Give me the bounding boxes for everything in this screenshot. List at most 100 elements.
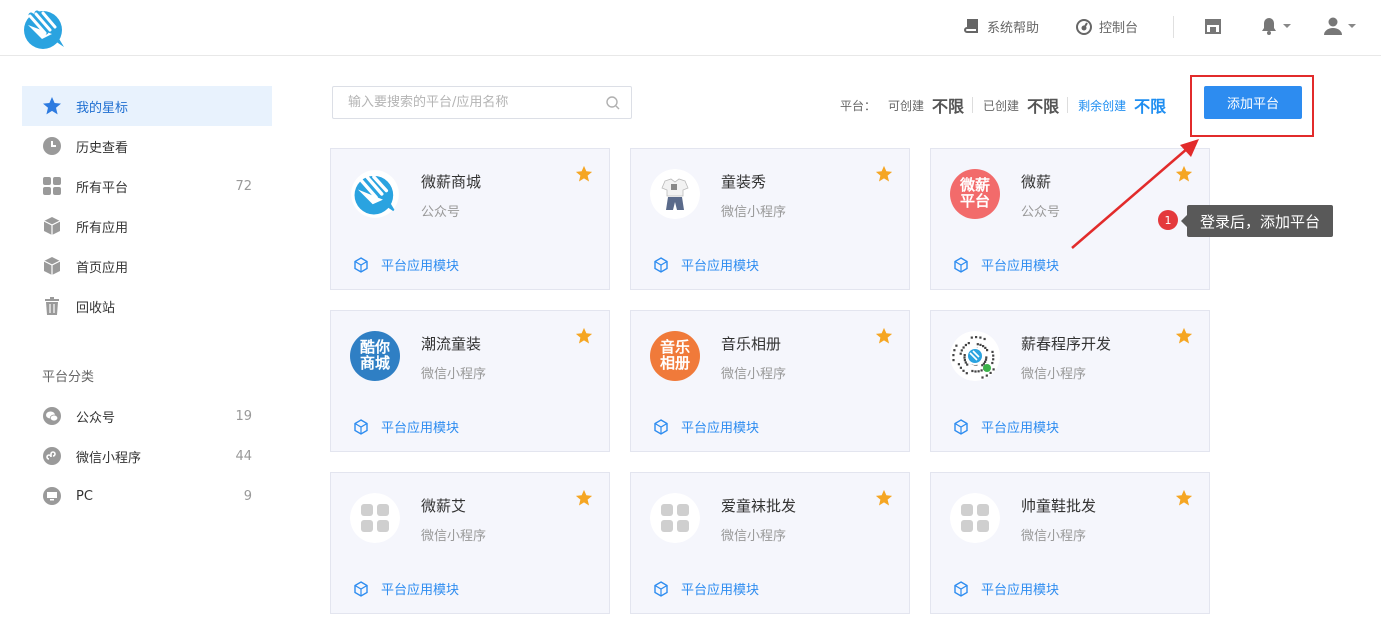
sidebar-item-official-account[interactable]: 公众号 19 xyxy=(22,396,272,436)
platform-module-link[interactable]: 平台应用模块 xyxy=(653,417,759,436)
search-box xyxy=(332,86,632,119)
platform-name: 薪春程序开发 xyxy=(1021,335,1112,353)
sidebar-item-home-apps[interactable]: 首页应用 xyxy=(22,246,272,286)
add-platform-button[interactable]: 添加平台 xyxy=(1204,86,1302,119)
star-icon[interactable] xyxy=(1175,489,1193,511)
platform-name: 童装秀 xyxy=(721,173,767,191)
platform-module-link[interactable]: 平台应用模块 xyxy=(353,255,459,274)
cube-icon xyxy=(953,256,981,273)
platform-card[interactable]: 薪春程序开发 微信小程序 平台应用模块 xyxy=(930,310,1210,452)
stats-divider xyxy=(1067,97,1069,113)
cube-icon xyxy=(953,418,981,435)
platform-card[interactable]: 微薪艾微信小程序平台应用模块 xyxy=(330,472,610,614)
avatar xyxy=(950,493,1000,543)
platform-module-link[interactable]: 平台应用模块 xyxy=(653,579,759,598)
module-label: 平台应用模块 xyxy=(381,583,460,598)
platform-quota-stats: 平台： 可创建 不限 已创建 不限 剩余创建 不限 xyxy=(840,93,1174,117)
search-icon[interactable] xyxy=(605,95,621,111)
platform-type: 微信小程序 xyxy=(421,367,487,382)
sidebar-item-label: 首页应用 xyxy=(76,260,129,276)
platform-module-link[interactable]: 平台应用模块 xyxy=(353,579,459,598)
search-input[interactable] xyxy=(333,87,583,118)
platform-card[interactable]: 童装秀 微信小程序 平台应用模块 xyxy=(630,148,910,290)
sidebar-item-mini-program[interactable]: 微信小程序 44 xyxy=(22,436,272,476)
sidebar-item-label: 公众号 xyxy=(76,410,116,426)
sidebar-item-history[interactable]: 历史查看 xyxy=(22,126,272,166)
sidebar-item-all-apps[interactable]: 所有应用 xyxy=(22,206,272,246)
monitor-icon xyxy=(42,486,62,506)
platform-name: 帅童鞋批发 xyxy=(1021,497,1097,515)
cube-icon xyxy=(953,580,981,597)
avatar xyxy=(650,169,700,219)
user-icon xyxy=(1324,17,1342,35)
dashboard-icon xyxy=(1076,18,1092,35)
app-placeholder-icon xyxy=(650,493,700,543)
system-help-label: 系统帮助 xyxy=(987,21,1040,36)
created-label: 已创建 xyxy=(983,98,1020,113)
avatar xyxy=(650,493,700,543)
star-icon[interactable] xyxy=(875,165,893,187)
cube-icon xyxy=(42,216,62,236)
top-header: 系统帮助 控制台 xyxy=(0,0,1381,56)
star-icon[interactable] xyxy=(575,165,593,187)
star-icon xyxy=(42,96,62,116)
platform-type: 微信小程序 xyxy=(721,367,787,382)
module-label: 平台应用模块 xyxy=(981,259,1060,274)
console-link[interactable]: 控制台 xyxy=(1075,17,1138,36)
book-icon xyxy=(964,18,978,33)
store-button[interactable] xyxy=(1203,16,1223,36)
star-icon[interactable] xyxy=(875,489,893,511)
cube-icon xyxy=(42,256,62,276)
sidebar-item-label: 微信小程序 xyxy=(76,450,142,466)
sidebar-item-pc[interactable]: PC 9 xyxy=(22,476,272,516)
platform-card[interactable]: 爱童袜批发 微信小程序 平台应用模块 xyxy=(630,472,910,614)
system-help-link[interactable]: 系统帮助 xyxy=(963,17,1039,36)
platform-module-link[interactable]: 平台应用模块 xyxy=(353,417,459,436)
platform-type: 微信小程序 xyxy=(421,529,487,544)
star-icon[interactable] xyxy=(1175,327,1193,349)
avatar: 酷你 商城 xyxy=(350,331,400,381)
header-divider xyxy=(1173,16,1174,38)
avatar: 微薪 平台 xyxy=(950,169,1000,219)
notification-button[interactable] xyxy=(1260,16,1291,36)
platform-module-link[interactable]: 平台应用模块 xyxy=(953,579,1059,598)
platform-count: 72 xyxy=(235,178,252,194)
module-label: 平台应用模块 xyxy=(681,259,760,274)
can-create-value: 不限 xyxy=(932,97,965,116)
platform-name: 微薪艾 xyxy=(421,497,467,515)
sidebar-item-recycle-bin[interactable]: 回收站 xyxy=(22,286,272,326)
platform-name: 音乐相册 xyxy=(721,335,782,353)
qrcode-icon xyxy=(950,331,1000,381)
star-icon[interactable] xyxy=(875,327,893,349)
cube-icon xyxy=(653,418,681,435)
app-placeholder-icon xyxy=(950,493,1000,543)
app-placeholder-icon xyxy=(350,493,400,543)
clock-icon xyxy=(42,136,62,156)
sidebar: 我的星标 历史查看 所有平台 72 所有应用 首页应用 回收站 平台分类 公众号… xyxy=(22,86,272,516)
platform-module-link[interactable]: 平台应用模块 xyxy=(953,417,1059,436)
avatar-text: 音乐 相册 xyxy=(650,331,700,381)
platform-card[interactable]: 酷你 商城 潮流童装 微信小程序 平台应用模块 xyxy=(330,310,610,452)
platform-module-link[interactable]: 平台应用模块 xyxy=(653,255,759,274)
avatar-text: 微薪 平台 xyxy=(950,169,1000,219)
sidebar-item-all-platforms[interactable]: 所有平台 72 xyxy=(22,166,272,206)
platform-card[interactable]: 音乐 相册 音乐相册微信小程序平台应用模块 xyxy=(630,310,910,452)
platform-module-link[interactable]: 平台应用模块 xyxy=(953,255,1059,274)
official-account-count: 19 xyxy=(235,408,252,424)
bell-icon xyxy=(1262,18,1276,35)
user-menu-button[interactable] xyxy=(1323,16,1356,36)
platform-type: 微信小程序 xyxy=(721,529,787,544)
pc-count: 9 xyxy=(243,488,252,504)
platform-card[interactable]: 微薪商城 公众号 平台应用模块 xyxy=(330,148,610,290)
sidebar-item-my-stars[interactable]: 我的星标 xyxy=(22,86,272,126)
avatar xyxy=(350,493,400,543)
cube-icon xyxy=(653,580,681,597)
clothes-icon xyxy=(650,169,700,219)
module-label: 平台应用模块 xyxy=(381,259,460,274)
star-icon[interactable] xyxy=(575,327,593,349)
star-icon[interactable] xyxy=(575,489,593,511)
brand-logo-icon[interactable] xyxy=(22,7,66,51)
store-icon xyxy=(1205,19,1221,34)
platform-card[interactable]: 帅童鞋批发 微信小程序 平台应用模块 xyxy=(930,472,1210,614)
wechat-icon xyxy=(42,406,62,426)
